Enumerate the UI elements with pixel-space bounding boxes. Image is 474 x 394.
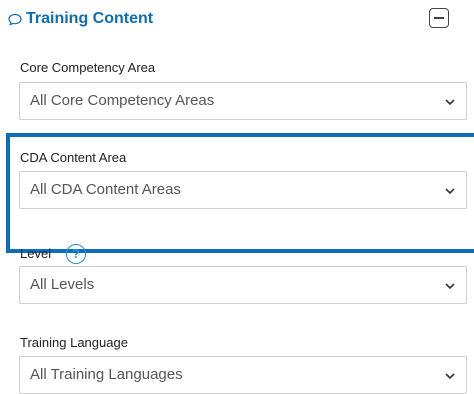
help-icon[interactable]: ? <box>66 244 86 264</box>
chevron-down-icon <box>444 185 456 197</box>
level-value: All Levels <box>30 276 95 293</box>
chat-bubble-icon <box>8 13 22 26</box>
cda-content-area-select[interactable]: All CDA Content Areas <box>19 171 467 209</box>
training-language-label: Training Language <box>20 335 128 350</box>
chevron-down-icon <box>444 370 456 382</box>
core-competency-value: All Core Competency Areas <box>30 92 215 109</box>
core-competency-label: Core Competency Area <box>20 60 156 75</box>
section-title: Training Content <box>26 10 154 27</box>
cda-content-area-value: All CDA Content Areas <box>30 181 181 198</box>
chevron-down-icon <box>444 96 456 108</box>
training-language-value: All Training Languages <box>30 366 183 383</box>
chevron-down-icon <box>444 280 456 292</box>
training-language-select[interactable]: All Training Languages <box>19 356 467 394</box>
level-select[interactable]: All Levels <box>19 266 467 304</box>
section-header: Training Content <box>0 0 474 40</box>
level-label: Level <box>20 246 52 261</box>
core-competency-select[interactable]: All Core Competency Areas <box>19 82 467 120</box>
section-title-group: Training Content <box>8 9 153 29</box>
collapse-button[interactable] <box>429 8 449 28</box>
cda-content-area-label: CDA Content Area <box>20 150 127 165</box>
